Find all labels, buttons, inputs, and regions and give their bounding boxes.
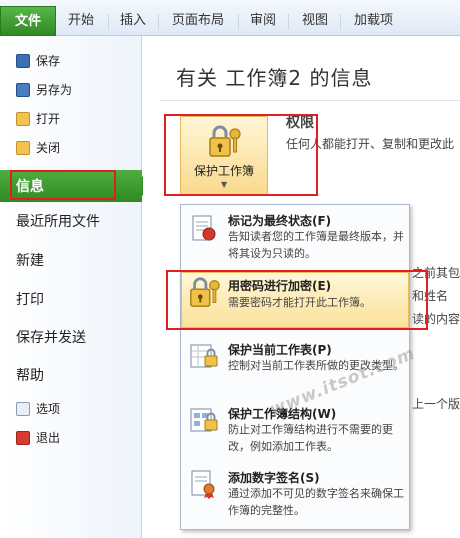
menu-item-title: 标记为最终状态(F) xyxy=(228,214,332,228)
tab-page-layout[interactable]: 页面布局 xyxy=(172,10,224,32)
sidebar-item-save-as[interactable]: 另存为 xyxy=(16,81,72,98)
menu-item-description: 防止对工作簿结构进行不需要的更改，例如添加工作表。 xyxy=(228,423,393,453)
background-text: 上一个版本 xyxy=(412,397,460,411)
tab-separator xyxy=(288,14,289,30)
annotation-box-protect-workbook xyxy=(164,114,318,196)
annotation-box-info xyxy=(10,170,116,200)
sidebar-item-save[interactable]: 保存 xyxy=(16,52,60,69)
tab-separator xyxy=(340,14,341,30)
title-divider xyxy=(160,100,460,101)
tab-separator xyxy=(238,14,239,30)
sidebar-item-label: 保存 xyxy=(36,54,61,68)
menu-item-description: 告知读者您的工作簿是最终版本，并将其设为只读的。 xyxy=(228,230,404,260)
protect-sheet-icon xyxy=(190,344,218,368)
sidebar-item-exit[interactable]: 退出 xyxy=(16,429,60,446)
sidebar-item-print[interactable]: 打印 xyxy=(16,289,44,309)
sidebar-item-new[interactable]: 新建 xyxy=(16,250,44,270)
options-icon xyxy=(16,401,30,416)
tab-insert[interactable]: 插入 xyxy=(120,10,146,32)
sidebar-item-close[interactable]: 关闭 xyxy=(16,139,60,156)
menu-item-description: 通过添加不可见的数字签名来确保工作簿的完整性。 xyxy=(228,487,404,517)
ribbon-tab-bar: 文件 开始 插入 页面布局 审阅 视图 加载项 xyxy=(0,0,460,36)
tab-review[interactable]: 审阅 xyxy=(250,10,276,32)
sidebar-item-recent[interactable]: 最近所用文件 xyxy=(16,211,100,231)
exit-icon xyxy=(16,430,30,445)
menu-item-title: 保护当前工作表(P) xyxy=(228,343,332,357)
close-document-icon xyxy=(16,140,30,155)
save-icon xyxy=(16,53,30,68)
sidebar-item-label: 关闭 xyxy=(36,141,61,155)
sidebar-item-open[interactable]: 打开 xyxy=(16,110,60,127)
menu-item-title: 添加数字签名(S) xyxy=(228,471,320,485)
sidebar-item-label: 打开 xyxy=(36,112,61,126)
mark-final-icon xyxy=(192,215,216,241)
open-folder-icon xyxy=(16,111,30,126)
sidebar-item-options[interactable]: 选项 xyxy=(16,400,60,417)
protect-structure-icon xyxy=(190,408,218,432)
tab-home[interactable]: 开始 xyxy=(68,10,94,32)
tab-separator xyxy=(158,14,159,30)
sidebar-item-label: 退出 xyxy=(36,431,61,445)
page-title: 有关 工作簿2 的信息 xyxy=(176,66,373,90)
sidebar-item-help[interactable]: 帮助 xyxy=(16,365,44,385)
sidebar-item-label: 另存为 xyxy=(36,83,73,97)
tab-view[interactable]: 视图 xyxy=(302,10,328,32)
sidebar-item-label: 选项 xyxy=(36,402,61,416)
annotation-box-encrypt xyxy=(166,270,428,330)
digital-signature-icon xyxy=(191,470,215,499)
sidebar-item-save-send[interactable]: 保存并发送 xyxy=(16,327,86,347)
tab-file[interactable]: 文件 xyxy=(0,6,56,36)
save-as-icon xyxy=(16,82,30,97)
tab-addins[interactable]: 加载项 xyxy=(354,10,393,32)
tab-separator xyxy=(108,14,109,30)
